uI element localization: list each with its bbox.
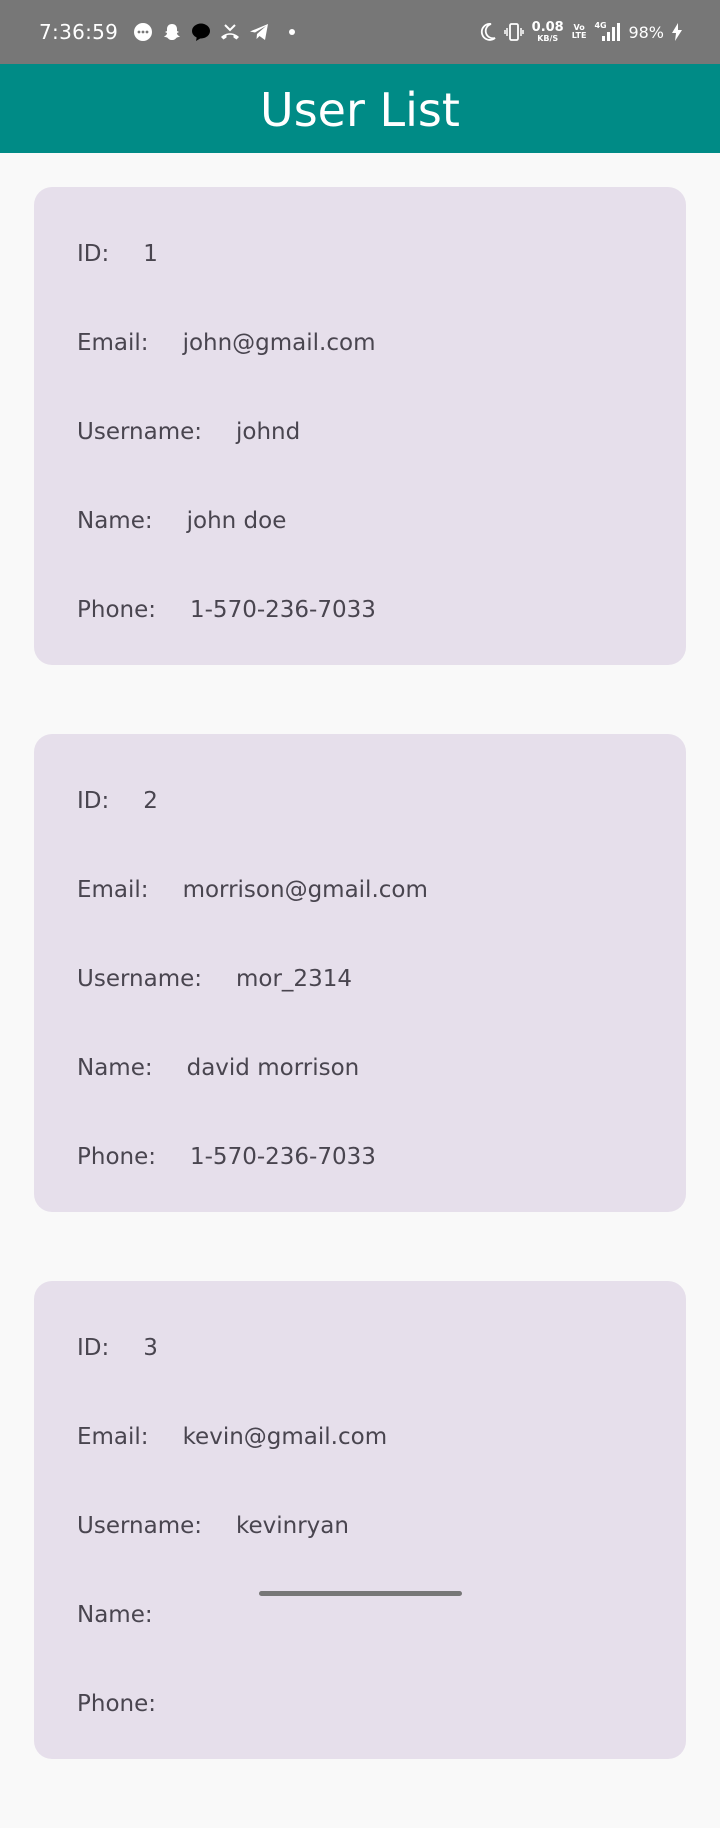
email-label: Email: xyxy=(77,1423,149,1450)
chat-bubble-icon xyxy=(132,21,154,43)
name-label: Name: xyxy=(77,1054,153,1081)
missed-call-icon xyxy=(219,21,241,43)
email-value: kevin@gmail.com xyxy=(182,1423,388,1450)
user-name-row: Name: john doe xyxy=(34,476,686,565)
telegram-icon xyxy=(248,21,270,43)
email-value: john@gmail.com xyxy=(182,329,376,356)
phone-label: Phone: xyxy=(77,1690,156,1717)
name-value: john doe xyxy=(186,507,287,534)
network-speed-unit: KB/S xyxy=(537,33,559,43)
user-username-row: Username: mor_2314 xyxy=(34,934,686,1023)
status-time: 7:36:59 xyxy=(39,20,119,44)
user-name-row: Name: xyxy=(34,1570,686,1659)
phone-value: 1-570-236-7033 xyxy=(190,596,376,623)
username-value: johnd xyxy=(236,418,301,445)
network-speed: 0.08 KB/S xyxy=(531,19,564,43)
name-label: Name: xyxy=(77,507,153,534)
user-id-row: ID: 2 xyxy=(34,756,686,845)
status-bar: 7:36:59 0.08 KB/S Vo LTE 4G 98% xyxy=(0,0,720,64)
user-phone-row: Phone: xyxy=(34,1659,686,1748)
signal-icon: 4G xyxy=(594,22,621,42)
user-email-row: Email: morrison@gmail.com xyxy=(34,845,686,934)
snapchat-icon xyxy=(161,21,183,43)
id-value: 2 xyxy=(143,787,158,814)
user-username-row: Username: kevinryan xyxy=(34,1481,686,1570)
username-value: kevinryan xyxy=(236,1512,349,1539)
id-value: 1 xyxy=(143,240,158,267)
battery-percentage: 98% xyxy=(628,22,664,42)
charging-icon xyxy=(672,23,682,41)
email-value: morrison@gmail.com xyxy=(182,876,428,903)
name-label: Name: xyxy=(77,1601,153,1628)
id-label: ID: xyxy=(77,240,110,267)
notification-icons xyxy=(132,21,296,43)
user-phone-row: Phone: 1-570-236-7033 xyxy=(34,565,686,654)
user-card[interactable]: ID: 2 Email: morrison@gmail.com Username… xyxy=(34,734,686,1212)
username-value: mor_2314 xyxy=(236,965,352,992)
page-title: User List xyxy=(260,82,460,137)
user-id-row: ID: 1 xyxy=(34,209,686,298)
id-label: ID: xyxy=(77,787,110,814)
volte-indicator: Vo LTE xyxy=(572,24,587,40)
email-label: Email: xyxy=(77,876,149,903)
user-email-row: Email: kevin@gmail.com xyxy=(34,1392,686,1481)
id-value: 3 xyxy=(143,1334,158,1361)
system-icons: 0.08 KB/S Vo LTE 4G 98% xyxy=(480,19,682,43)
user-list: ID: 1 Email: john@gmail.com Username: jo… xyxy=(34,187,686,1828)
user-id-row: ID: 3 xyxy=(34,1303,686,1392)
user-card[interactable]: ID: 3 Email: kevin@gmail.com Username: k… xyxy=(34,1281,686,1759)
home-indicator[interactable] xyxy=(259,1591,462,1596)
network-speed-value: 0.08 xyxy=(531,19,564,35)
user-username-row: Username: johnd xyxy=(34,387,686,476)
user-name-row: Name: david morrison xyxy=(34,1023,686,1112)
username-label: Username: xyxy=(77,418,202,445)
volte-bottom: LTE xyxy=(571,31,587,40)
username-label: Username: xyxy=(77,1512,202,1539)
phone-label: Phone: xyxy=(77,596,156,623)
user-card[interactable]: ID: 1 Email: john@gmail.com Username: jo… xyxy=(34,187,686,665)
email-label: Email: xyxy=(77,329,149,356)
vibrate-icon xyxy=(503,22,524,42)
messenger-icon xyxy=(190,21,212,43)
phone-label: Phone: xyxy=(77,1143,156,1170)
more-notifications-dot xyxy=(289,29,296,35)
app-bar: User List xyxy=(0,64,720,153)
phone-value: 1-570-236-7033 xyxy=(190,1143,376,1170)
username-label: Username: xyxy=(77,965,202,992)
moon-icon xyxy=(480,23,496,41)
user-email-row: Email: john@gmail.com xyxy=(34,298,686,387)
id-label: ID: xyxy=(77,1334,110,1361)
user-phone-row: Phone: 1-570-236-7033 xyxy=(34,1112,686,1201)
name-value: david morrison xyxy=(186,1054,360,1081)
